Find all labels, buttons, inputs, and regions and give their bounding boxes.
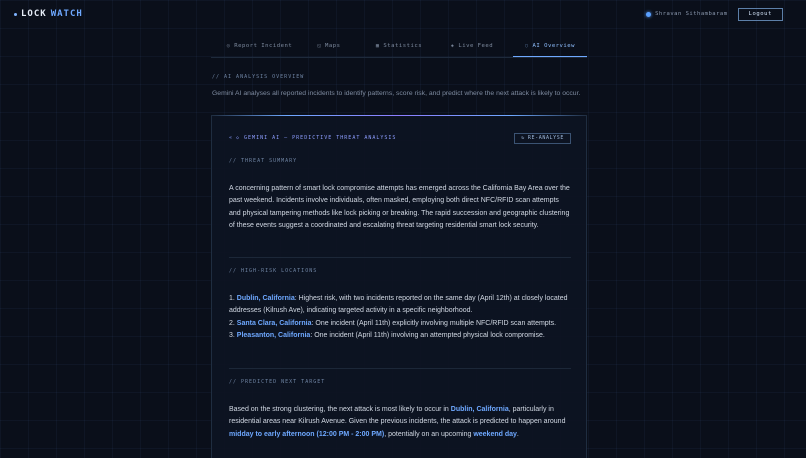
brand-prefix: LOCK <box>21 9 47 19</box>
list-number: 1. <box>229 295 235 302</box>
brand-logo[interactable]: LOCK WATCH <box>14 9 83 19</box>
tab-statistics[interactable]: ▦ Statistics <box>350 36 448 56</box>
brand-dot-icon <box>14 12 17 16</box>
list-item: 3. Pleasanton, California: One incident … <box>229 330 572 342</box>
prediction-text: Based on the strong clustering, the next… <box>229 404 572 441</box>
refresh-icon: ↻ <box>521 135 525 141</box>
tab-live-feed[interactable]: ◈ Live Feed <box>448 36 496 56</box>
list-number: 3. <box>229 332 235 340</box>
tab-label: AI Overview <box>532 43 576 49</box>
target-icon: ◎ <box>226 43 231 49</box>
predicted-time: midday to early afternoon (12:00 PM - 2:… <box>229 430 385 438</box>
tab-maps[interactable]: ◱ Maps <box>308 36 350 56</box>
map-icon: ◱ <box>317 43 322 49</box>
top-bar: LOCK WATCH Shravan Sithambaram Logout <box>0 0 806 28</box>
logout-button[interactable]: Logout <box>737 7 783 21</box>
high-risk-label: // HIGH-RISK LOCATIONS <box>229 268 318 274</box>
card-title: « ◇ GEMINI AI — PREDICTIVE THREAT ANALYS… <box>229 135 396 141</box>
broadcast-icon: ◈ <box>450 43 455 49</box>
analysis-card: « ◇ GEMINI AI — PREDICTIVE THREAT ANALYS… <box>211 115 587 458</box>
prediction-part: Based on the strong clustering, the next… <box>229 406 451 413</box>
prediction-label: // PREDICTED NEXT TARGET <box>229 379 326 385</box>
predicted-location: Dublin, California <box>450 406 509 413</box>
tab-report-incident[interactable]: ◎ Report Incident <box>211 36 308 56</box>
tab-label: Live Feed <box>458 43 494 49</box>
location-link[interactable]: Santa Clara, California <box>237 320 312 327</box>
section-label: // AI ANALYSIS OVERVIEW <box>212 74 305 80</box>
online-status-icon <box>646 11 652 17</box>
chart-icon: ▦ <box>375 43 380 49</box>
user-name: Shravan Sithambaram <box>655 11 728 17</box>
main-tabs: ◎ Report Incident ◱ Maps ▦ Statistics ◈ … <box>211 36 587 58</box>
card-header: « ◇ GEMINI AI — PREDICTIVE THREAT ANALYS… <box>229 132 571 144</box>
tab-label: Maps <box>325 43 341 49</box>
chevrons-icon: « <box>229 135 234 141</box>
card-accent-line <box>212 115 586 116</box>
section-divider <box>229 368 571 369</box>
high-risk-list: 1. Dublin, California: Highest risk, wit… <box>229 293 572 343</box>
tab-ai-overview[interactable]: ◌ AI Overview <box>513 36 587 57</box>
location-link[interactable]: Dublin, California <box>237 295 295 302</box>
prediction-part: , potentially on an upcoming <box>384 430 474 438</box>
intro-text: Gemini AI analyses all reported incident… <box>212 90 581 97</box>
list-item: 1. Dublin, California: Highest risk, wit… <box>229 293 572 318</box>
ai-icon: ◌ <box>524 43 529 49</box>
tab-label: Statistics <box>383 43 423 49</box>
reanalyse-button[interactable]: ↻ RE-ANALYSE <box>514 132 571 144</box>
user-area: Shravan Sithambaram Logout <box>646 7 783 21</box>
list-item: 2. Santa Clara, California: One incident… <box>229 318 572 330</box>
reanalyse-label: RE-ANALYSE <box>527 135 564 141</box>
section-divider <box>229 257 571 258</box>
user-info: Shravan Sithambaram <box>646 11 727 17</box>
predicted-day: weekend day <box>473 430 517 438</box>
threat-summary-text: A concerning pattern of smart lock compr… <box>229 185 570 230</box>
list-number: 2. <box>229 319 235 327</box>
threat-summary-label: // THREAT SUMMARY <box>229 158 298 164</box>
card-title-text: ◇ GEMINI AI — PREDICTIVE THREAT ANALYSIS <box>236 135 397 141</box>
list-text: : One incident (April 11th) involving an… <box>310 332 545 340</box>
tab-label: Report Incident <box>234 43 293 49</box>
location-link[interactable]: Pleasanton, California <box>237 332 311 339</box>
prediction-part: . <box>516 430 519 438</box>
brand-suffix: WATCH <box>50 9 83 19</box>
list-text: : One incident (April 11th) explicitly i… <box>311 319 557 327</box>
